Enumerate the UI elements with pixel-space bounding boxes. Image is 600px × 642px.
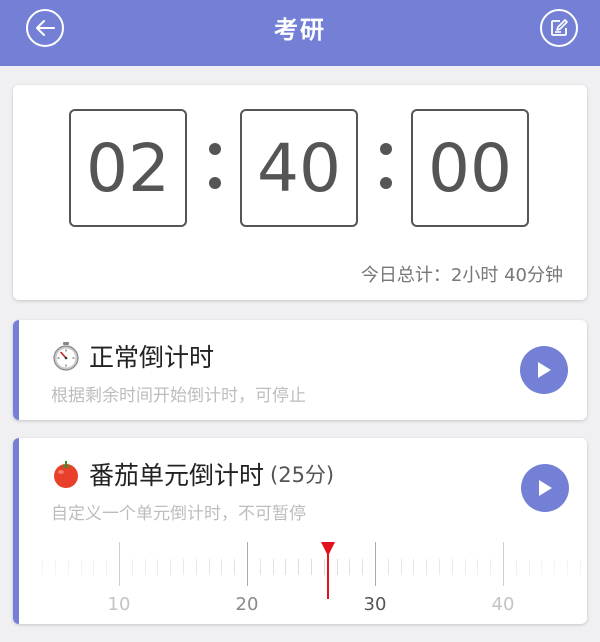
ruler-tick — [221, 559, 223, 575]
colon-separator — [380, 143, 392, 189]
edit-icon — [551, 19, 568, 36]
ruler-tick — [131, 559, 133, 575]
ruler-tick — [567, 559, 568, 575]
stopwatch-icon — [51, 341, 81, 371]
ruler-major-tick — [119, 542, 120, 586]
ruler-label-10: 10 — [107, 594, 131, 615]
today-total-text: 今日总计：2小时 40分钟 — [360, 265, 563, 286]
ruler-tick — [195, 559, 197, 575]
ruler-tick — [106, 559, 108, 575]
ruler-tick — [528, 559, 530, 575]
pomodoro-countdown-card[interactable]: 番茄单元倒计时 (25分) 自定义一个单元倒计时，不可暂停 10 20 30 4… — [13, 438, 587, 624]
hours-display: 02 — [69, 109, 187, 227]
ruler-tick — [42, 559, 44, 575]
normal-countdown-card[interactable]: 正常倒计时 根据剩余时间开始倒计时，可停止 — [13, 320, 587, 420]
ruler-major-tick — [503, 542, 504, 586]
tomato-icon — [51, 459, 81, 489]
ruler-tick — [170, 559, 172, 575]
normal-countdown-desc: 根据剩余时间开始倒计时，可停止 — [51, 386, 306, 406]
normal-countdown-title-row: 正常倒计时 — [51, 338, 214, 374]
ruler-label-20: 20 — [235, 594, 259, 615]
pomodoro-duration: (25分) — [270, 463, 335, 487]
ruler-label-40: 40 — [491, 594, 515, 615]
ruler-tick — [400, 559, 402, 575]
ruler-needle-marker — [321, 542, 335, 556]
ruler-tick — [272, 559, 274, 575]
ruler-tick — [259, 559, 261, 575]
ruler-major-tick — [247, 542, 248, 586]
play-icon — [539, 480, 552, 496]
play-button-pomodoro[interactable] — [521, 464, 569, 512]
play-icon — [538, 362, 551, 378]
duration-ruler-slider[interactable]: 10 20 30 40 — [41, 538, 581, 624]
ruler-tick — [554, 559, 556, 575]
ruler-tick — [490, 559, 492, 575]
ruler-tick — [298, 559, 300, 575]
ruler-tick — [349, 559, 351, 575]
ruler-tick — [183, 559, 184, 575]
ruler-tick — [144, 559, 146, 575]
ruler-tick — [311, 559, 312, 575]
ruler-tick — [285, 559, 287, 575]
normal-countdown-title: 正常倒计时 — [89, 343, 215, 372]
ruler-tick — [426, 559, 428, 575]
ruler-tick — [55, 559, 56, 575]
ruler-tick — [541, 559, 543, 575]
ruler-tick — [477, 559, 479, 575]
seconds-display: 00 — [411, 109, 529, 227]
ruler-tick — [451, 559, 453, 575]
app-header: 考研 — [0, 0, 600, 66]
ruler-tick — [80, 559, 82, 575]
ruler-tick — [515, 559, 517, 575]
play-button-normal[interactable] — [520, 346, 568, 394]
pomodoro-title: 番茄单元倒计时 — [89, 461, 265, 490]
ruler-tick — [387, 559, 389, 575]
ruler-major-tick — [375, 542, 376, 586]
page-title: 考研 — [274, 16, 326, 44]
card-accent-bar — [13, 320, 19, 420]
ruler-tick — [67, 559, 69, 575]
ruler-tick — [336, 559, 338, 575]
ruler-tick — [157, 559, 159, 575]
edit-button[interactable] — [540, 9, 578, 47]
ruler-tick — [439, 559, 440, 575]
colon-separator — [209, 143, 221, 189]
ruler-tick — [323, 559, 325, 575]
minutes-display: 40 — [240, 109, 358, 227]
pomodoro-title-row: 番茄单元倒计时 (25分) — [51, 456, 334, 492]
ruler-label-30: 30 — [363, 594, 387, 615]
card-accent-bar — [13, 438, 19, 624]
ruler-tick — [93, 559, 95, 575]
pomodoro-desc: 自定义一个单元倒计时，不可暂停 — [51, 504, 306, 524]
ruler-tick — [362, 559, 364, 575]
ruler-tick — [413, 559, 415, 575]
ruler-tick — [464, 559, 466, 575]
ruler-tick — [208, 559, 210, 575]
ruler-tick — [579, 559, 581, 575]
countdown-display-card: 02 40 00 今日总计：2小时 40分钟 — [13, 85, 587, 300]
ruler-tick — [234, 559, 236, 575]
